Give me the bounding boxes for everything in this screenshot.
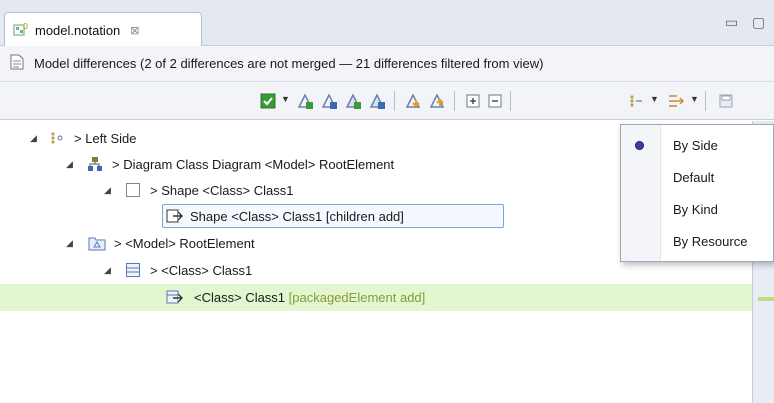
tree-row-label-main: <Class> Class1 <box>194 289 286 305</box>
save-icon[interactable] <box>716 91 736 111</box>
tree-row-label: > <Class> Class1 <box>150 262 253 278</box>
class-icon <box>124 261 142 279</box>
tab-title: model.notation <box>35 22 121 38</box>
difference-kind: [packagedElement add] <box>288 289 426 305</box>
menu-item-label: By Kind <box>673 201 718 217</box>
shape-icon <box>124 181 142 199</box>
toolbar-separator <box>705 91 706 111</box>
svg-text:0: 0 <box>23 22 28 31</box>
radio-selected-icon <box>635 140 644 150</box>
model-differences-header: Model differences (2 of 2 differences ar… <box>0 46 774 82</box>
chevron-down-icon[interactable]: ▼ <box>650 94 659 104</box>
group-by-icon[interactable] <box>626 91 646 111</box>
next-difference-icon[interactable] <box>404 91 424 111</box>
difference-marker[interactable] <box>758 297 774 301</box>
menu-item-label: By Resource <box>673 233 748 249</box>
toolbar-separator <box>394 91 395 111</box>
copy-all-right-to-left-icon[interactable] <box>368 91 388 111</box>
close-icon[interactable]: ⊠ <box>130 24 139 37</box>
previous-difference-icon[interactable] <box>428 91 448 111</box>
menu-item-default[interactable]: Default <box>621 161 774 193</box>
tree-row-label: > <Model> RootElement <box>114 235 255 251</box>
model-package-icon <box>88 234 106 252</box>
side-group-icon <box>48 129 66 147</box>
menu-item-by-resource[interactable]: By Resource <box>621 225 774 257</box>
toolbar-separator <box>454 91 455 111</box>
tree-row-class1-packaged-add[interactable]: <Class> Class1 [packagedElement add] <box>0 284 752 310</box>
tree-row-label: Shape <Class> Class1 [children add] <box>190 208 404 224</box>
menu-item-by-kind[interactable]: By Kind <box>621 193 774 225</box>
copy-all-left-to-right-icon[interactable] <box>320 91 340 111</box>
notation-file-icon: 0 <box>13 21 29 40</box>
tab-model-notation[interactable]: 0 model.notation ⊠ <box>4 12 202 47</box>
filter-icon[interactable] <box>666 91 686 111</box>
document-icon <box>10 54 24 73</box>
toolbar-separator <box>510 91 511 111</box>
maximize-icon[interactable]: ▢ <box>752 14 765 31</box>
menu-item-by-side[interactable]: By Side <box>621 129 774 161</box>
copy-left-to-right-icon[interactable] <box>296 91 316 111</box>
editor-tab-bar: 0 model.notation ⊠ ▭ ▢ <box>0 0 774 47</box>
tree-row-label: > Shape <Class> Class1 <box>150 182 294 198</box>
expand-toggle-icon[interactable]: ◢ <box>104 185 111 196</box>
compare-toolbar: ▼ ▼ ▼ <box>0 82 774 120</box>
add-difference-icon <box>166 288 184 306</box>
group-by-menu: By Side Default By Kind By Resource <box>620 124 774 262</box>
expand-toggle-icon[interactable]: ◢ <box>104 265 111 276</box>
expand-toggle-icon[interactable]: ◢ <box>30 133 37 144</box>
minimize-icon[interactable]: ▭ <box>725 14 738 31</box>
expand-toggle-icon[interactable]: ◢ <box>66 159 73 170</box>
add-difference-icon <box>166 207 184 225</box>
copy-right-to-left-icon[interactable] <box>344 91 364 111</box>
merge-checked-icon[interactable] <box>258 91 278 111</box>
differences-summary: Model differences (2 of 2 differences ar… <box>34 56 544 71</box>
tree-row-label: > Diagram Class Diagram <Model> RootElem… <box>112 156 395 172</box>
diagram-icon <box>86 155 104 173</box>
collapse-all-icon[interactable] <box>485 91 505 111</box>
menu-item-label: Default <box>673 169 715 185</box>
chevron-down-icon[interactable]: ▼ <box>690 94 699 104</box>
menu-item-label: By Side <box>673 137 718 153</box>
tree-row-label: <Class> Class1 [packagedElement add] <box>194 290 425 305</box>
tree-row-label: > Left Side <box>74 130 137 146</box>
expand-all-icon[interactable] <box>463 91 483 111</box>
expand-toggle-icon[interactable]: ◢ <box>66 238 73 249</box>
chevron-down-icon[interactable]: ▼ <box>281 94 290 104</box>
